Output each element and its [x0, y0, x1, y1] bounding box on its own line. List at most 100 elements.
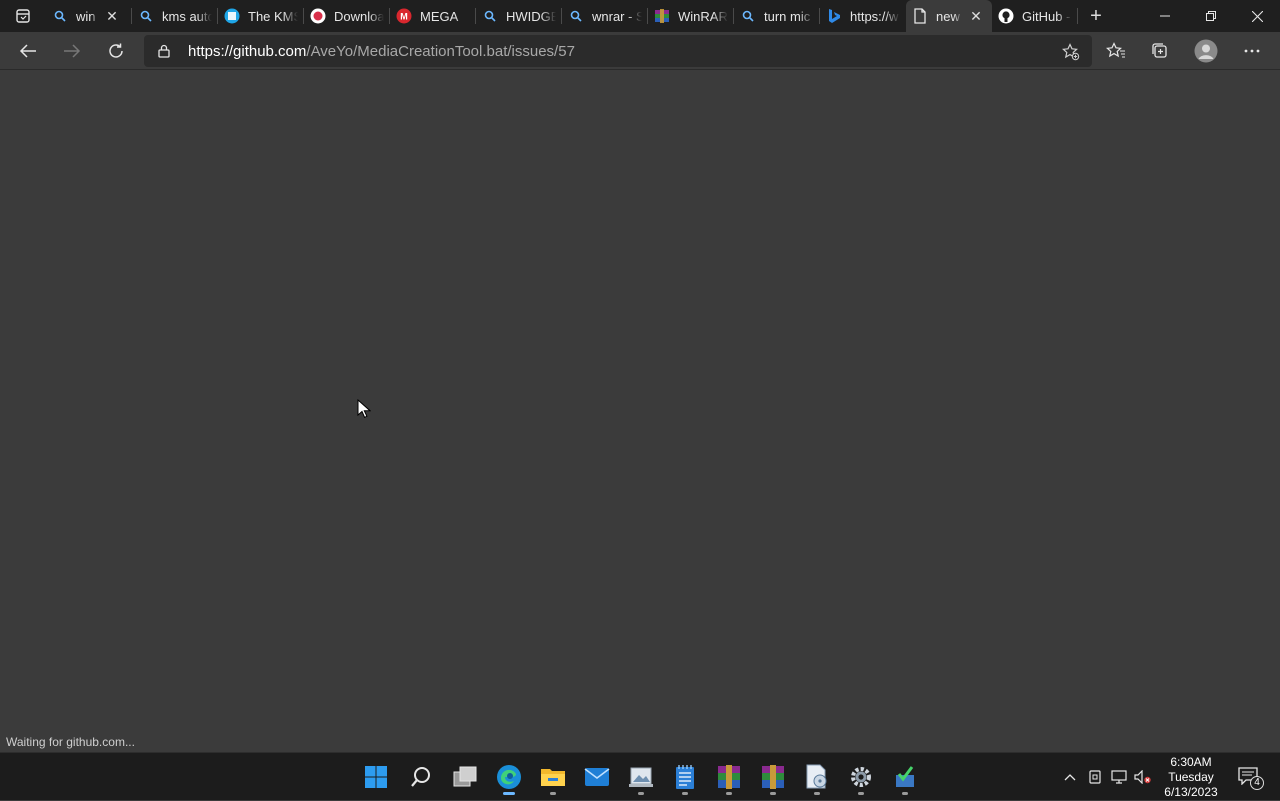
- notification-center-button[interactable]: 4: [1238, 767, 1264, 790]
- url-path: /AveYo/MediaCreationTool.bat/issues/57: [306, 42, 575, 60]
- tab-separator: [1077, 8, 1078, 24]
- search-icon: [482, 8, 498, 24]
- show-hidden-icons-button[interactable]: [1060, 753, 1080, 801]
- tray-app-button[interactable]: [1085, 753, 1105, 801]
- network-icon: [1111, 770, 1127, 784]
- notepad-icon: [676, 765, 694, 789]
- close-icon[interactable]: ✕: [968, 8, 984, 24]
- windows-logo-icon: [365, 766, 387, 788]
- gear-icon: [851, 767, 871, 787]
- tab-2[interactable]: The KMS: [218, 0, 304, 32]
- collections-button[interactable]: [1145, 36, 1175, 66]
- winrar-icon: [718, 765, 740, 789]
- new-tab-button[interactable]: +: [1078, 0, 1114, 32]
- restore-button[interactable]: [1188, 0, 1234, 32]
- taskbar-notepad[interactable]: [669, 761, 701, 795]
- tab-3[interactable]: Downloa: [304, 0, 390, 32]
- running-indicator: [550, 792, 556, 795]
- taskbar-winrar-2[interactable]: [757, 761, 789, 795]
- volume-button[interactable]: [1132, 753, 1154, 801]
- status-bar-text: Waiting for github.com...: [0, 733, 141, 751]
- task-view-icon: [453, 766, 477, 787]
- tab-actions-button[interactable]: [0, 0, 46, 32]
- close-window-button[interactable]: [1234, 0, 1280, 32]
- forward-button[interactable]: [57, 36, 87, 66]
- tab-title: new: [936, 8, 960, 24]
- tab-title: win: [76, 8, 96, 24]
- minimize-icon: [1160, 15, 1170, 17]
- close-icon[interactable]: ✕: [104, 8, 120, 24]
- taskbar-winrar-1[interactable]: [713, 761, 745, 795]
- url-text[interactable]: https://github.com/AveYo/MediaCreationTo…: [188, 43, 575, 60]
- mega-icon: M: [396, 8, 412, 24]
- search-icon: [52, 8, 68, 24]
- mail-icon: [584, 768, 610, 786]
- page-icon: [912, 8, 928, 24]
- tab-0[interactable]: win ✕: [46, 0, 132, 32]
- plus-icon: +: [1090, 4, 1102, 27]
- taskbar: 6:30AM Tuesday 6/13/2023 4: [0, 752, 1280, 800]
- mouse-cursor-icon: [357, 399, 371, 418]
- tab-1[interactable]: kms auto: [132, 0, 218, 32]
- taskbar-settings[interactable]: [845, 761, 877, 795]
- tab-title: turn mic: [764, 8, 811, 24]
- taskbar-app-paint[interactable]: [625, 761, 657, 795]
- tab-actions-icon: [16, 9, 30, 23]
- restore-icon: [1206, 11, 1216, 21]
- start-button[interactable]: [360, 761, 392, 793]
- tab-10-active[interactable]: new ✕: [906, 0, 992, 32]
- image-app-icon: [629, 767, 653, 787]
- favorites-icon: [1106, 42, 1125, 58]
- notification-count-badge: 4: [1250, 776, 1264, 790]
- tab-8[interactable]: turn mic: [734, 0, 820, 32]
- running-indicator: [902, 792, 908, 795]
- taskbar-disk-utility[interactable]: [801, 761, 833, 795]
- avatar-icon: [1194, 39, 1218, 63]
- search-icon: [411, 767, 430, 787]
- running-indicator: [726, 792, 732, 795]
- winrar-icon: [762, 765, 784, 789]
- tab-6[interactable]: wnrar - S: [562, 0, 648, 32]
- back-button[interactable]: [13, 36, 43, 66]
- running-indicator: [638, 792, 644, 795]
- tab-4[interactable]: M MEGA: [390, 0, 476, 32]
- refresh-icon: [109, 43, 123, 58]
- tab-9[interactable]: https://w: [820, 0, 906, 32]
- taskbar-edge[interactable]: [493, 761, 525, 795]
- running-indicator: [503, 792, 515, 795]
- taskbar-search-button[interactable]: [405, 761, 437, 793]
- system-clock[interactable]: 6:30AM Tuesday 6/13/2023: [1158, 755, 1224, 800]
- taskbar-mail[interactable]: [581, 761, 613, 793]
- tab-title: kms auto: [162, 8, 212, 24]
- task-view-button[interactable]: [449, 761, 481, 793]
- lock-icon[interactable]: [158, 44, 174, 58]
- tab-11[interactable]: GitHub -: [992, 0, 1078, 32]
- taskbar-installer[interactable]: [889, 761, 921, 795]
- tab-5[interactable]: HWIDGE: [476, 0, 562, 32]
- profile-button[interactable]: [1191, 36, 1221, 66]
- url-host: https://github.com: [188, 42, 307, 60]
- refresh-button[interactable]: [101, 36, 131, 66]
- tab-title: wnrar - S: [592, 8, 642, 24]
- minimize-button[interactable]: [1142, 0, 1188, 32]
- tab-title: GitHub -: [1022, 8, 1071, 24]
- add-favorite-icon[interactable]: [1062, 43, 1080, 66]
- more-menu-button[interactable]: [1237, 36, 1267, 66]
- tab-title: HWIDGE: [506, 8, 556, 24]
- arrow-right-icon: [64, 44, 81, 58]
- network-button[interactable]: [1108, 753, 1130, 801]
- download-site-icon: [310, 8, 326, 24]
- tab-title: https://w: [850, 8, 899, 24]
- tab-strip: win ✕ kms auto The KMS Downloa M MEGA HW…: [0, 0, 1280, 32]
- page-viewport[interactable]: [0, 71, 1280, 751]
- bing-icon: [826, 8, 842, 24]
- kms-site-icon: [224, 8, 240, 24]
- favorites-button[interactable]: [1101, 36, 1131, 66]
- search-icon: [138, 8, 154, 24]
- svg-text:M: M: [400, 12, 408, 22]
- tab-7[interactable]: WinRAR: [648, 0, 734, 32]
- github-icon: [998, 8, 1014, 24]
- tray-device-icon: [1089, 770, 1101, 784]
- taskbar-file-explorer[interactable]: [537, 761, 569, 795]
- address-bar[interactable]: https://github.com/AveYo/MediaCreationTo…: [144, 35, 1092, 67]
